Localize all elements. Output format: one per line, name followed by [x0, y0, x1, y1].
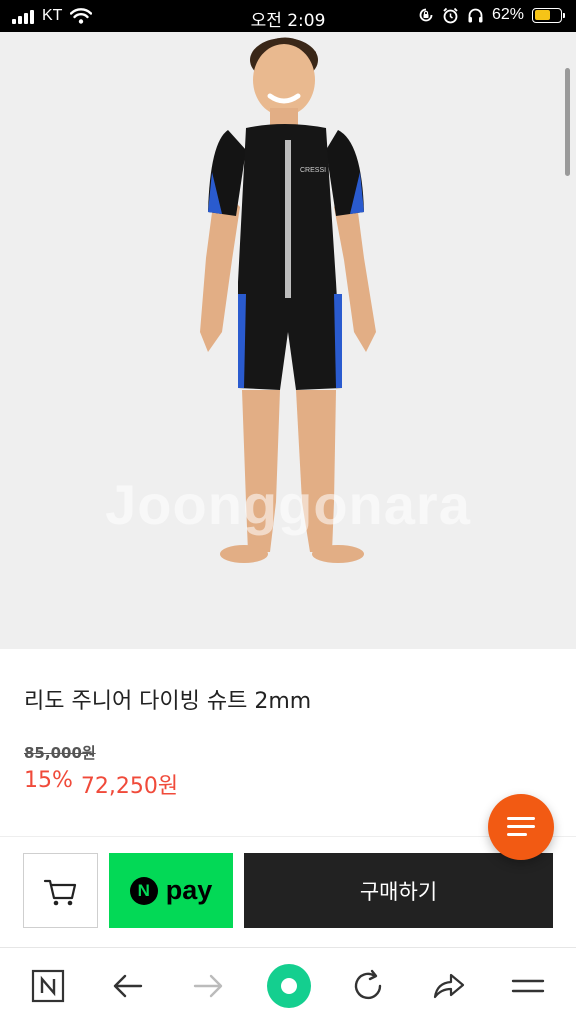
menu-icon — [511, 979, 545, 993]
refresh-button[interactable] — [348, 966, 388, 1006]
watermark: Joonggonara — [105, 473, 471, 536]
green-dot-icon — [267, 964, 311, 1008]
alarm-icon — [443, 7, 458, 23]
back-button[interactable] — [108, 966, 148, 1006]
purchase-bar: N pay 구매하기 — [0, 836, 576, 947]
npay-button[interactable]: N pay — [109, 853, 233, 928]
floating-menu-button[interactable] — [488, 794, 554, 860]
product-title: 리도 주니어 다이빙 슈트 2mm — [24, 689, 312, 714]
green-dot-button[interactable] — [266, 963, 312, 1009]
sale-price: 72,250원 — [80, 774, 179, 799]
status-right: 62% — [418, 6, 565, 24]
svg-text:CRESSI: CRESSI — [300, 167, 326, 174]
status-bar: KT 오전 2:09 62% — [0, 0, 576, 32]
product-image[interactable]: CRESSI Joonggonara — [0, 32, 576, 649]
browser-toolbar — [0, 947, 576, 1024]
refresh-icon — [354, 969, 382, 1000]
share-icon — [433, 973, 465, 999]
forward-button[interactable] — [188, 966, 228, 1006]
filter-line — [507, 833, 527, 836]
scrollbar-thumb[interactable] — [565, 68, 570, 176]
rotation-lock-icon — [419, 8, 433, 22]
menu-button[interactable] — [508, 966, 548, 1006]
battery-percent: 62% — [491, 6, 524, 23]
cart-button[interactable] — [23, 853, 98, 928]
filter-line — [507, 825, 535, 828]
battery-icon — [532, 7, 565, 23]
npay-label: pay — [165, 875, 213, 905]
wetsuit-photo: CRESSI — [200, 37, 376, 563]
battery-level — [534, 10, 550, 20]
naver-home-icon — [31, 969, 65, 1003]
discount-rate: 15% — [24, 768, 73, 793]
original-price: 85,000원 — [24, 744, 96, 762]
cart-icon — [43, 879, 77, 906]
forward-arrow-icon — [193, 974, 223, 998]
naver-home-button[interactable] — [28, 966, 68, 1006]
share-button[interactable] — [428, 966, 468, 1006]
npay-logo-icon: N — [129, 876, 158, 905]
headphones-icon — [468, 8, 483, 22]
sale-price-row: 15% 72,250원 — [24, 768, 178, 800]
buy-button[interactable]: 구매하기 — [244, 853, 553, 928]
filter-line — [507, 817, 535, 820]
back-arrow-icon — [113, 974, 143, 998]
